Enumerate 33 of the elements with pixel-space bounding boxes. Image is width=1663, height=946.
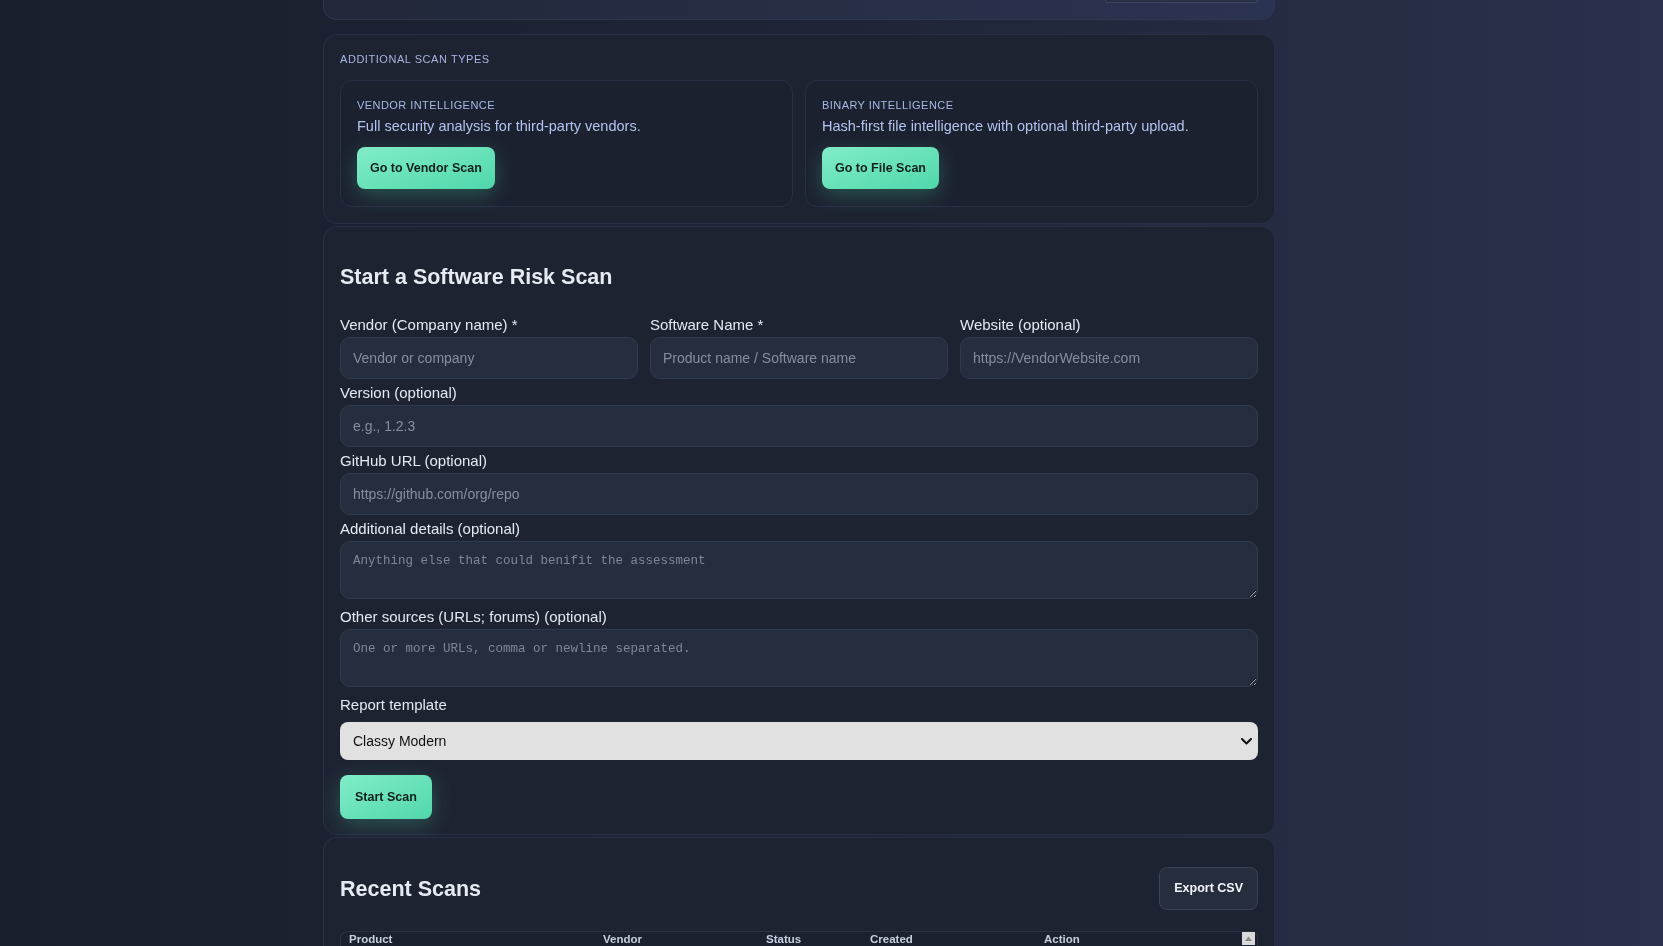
text-area[interactable]: One or more URLs, comma or newline separated.: [340, 629, 1258, 687]
start-scan-button[interactable]: Start Scan: [340, 775, 432, 819]
field-label: Version (optional): [340, 383, 457, 403]
column-header: Status: [766, 933, 802, 946]
form-title: Start a Software Risk Scan: [340, 264, 613, 291]
text-field[interactable]: e.g., 1.2.3: [340, 405, 1258, 447]
column-header: Action: [1044, 933, 1080, 946]
card-description: Full security analysis for third-party vendors.: [357, 117, 641, 136]
section-title: Recent Scans: [340, 875, 481, 903]
field-label: Website (optional): [960, 315, 1081, 335]
column-header: Vendor: [603, 933, 642, 946]
field-label: Report template: [340, 695, 447, 715]
field-label: GitHub URL (optional): [340, 451, 487, 471]
section-heading: ADDITIONAL SCAN TYPES: [340, 52, 490, 66]
card-label: BINARY INTELLIGENCE: [822, 98, 954, 112]
text-area[interactable]: Anything else that could benifit the assessment: [340, 541, 1258, 599]
text-field[interactable]: Product name / Software name: [650, 337, 948, 379]
text-field[interactable]: Vendor or company: [340, 337, 638, 379]
field-label: Vendor (Company name) *: [340, 315, 518, 335]
field-label: Other sources (URLs; forums) (optional): [340, 607, 607, 627]
field-label: Additional details (optional): [340, 519, 521, 539]
column-header: Created: [870, 933, 913, 946]
template-select[interactable]: Classy Modern: [340, 722, 1258, 760]
scan-link-button[interactable]: Go to File Scan: [822, 147, 939, 189]
column-header: Product: [349, 933, 393, 946]
chevron-down-icon: [1241, 737, 1252, 745]
text-field[interactable]: https://VendorWebsite.com: [960, 337, 1258, 379]
scan-link-button[interactable]: Go to Vendor Scan: [357, 147, 495, 189]
export-csv-button[interactable]: Export CSV: [1159, 867, 1258, 910]
card-label: VENDOR INTELLIGENCE: [357, 98, 495, 112]
field-label: Software Name *: [650, 315, 764, 335]
text-field[interactable]: https://github.com/org/repo: [340, 473, 1258, 515]
card-description: Hash-first file intelligence with optional third-party upload.: [822, 117, 1189, 136]
